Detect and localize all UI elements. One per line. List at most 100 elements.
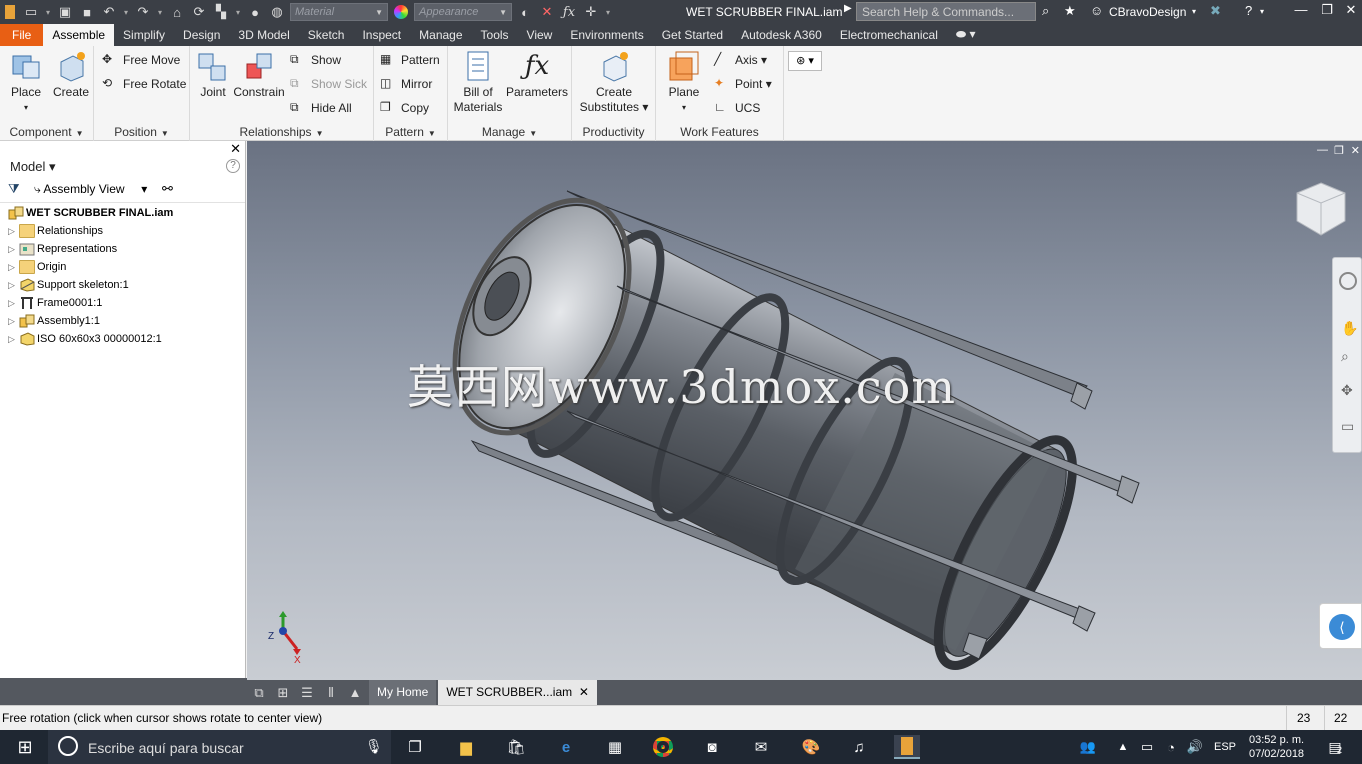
free-rotate-button[interactable]: ⟲ Free Rotate: [102, 75, 186, 93]
help-dropdown-icon[interactable]: ▾: [1260, 7, 1264, 16]
redo-icon[interactable]: ↷: [132, 0, 154, 24]
appearance-ball-icon[interactable]: [390, 0, 412, 24]
tree-item-iso-profile[interactable]: ▷ ISO 60x60x3 00000012:1: [8, 330, 162, 348]
relationships-panel-title[interactable]: Relationships ▼: [190, 125, 373, 139]
edge-browser-icon[interactable]: e: [553, 735, 579, 759]
copy-button[interactable]: ❐ Copy: [380, 99, 429, 117]
minimize-button[interactable]: —: [1288, 2, 1314, 22]
select-icon[interactable]: ▚: [210, 0, 232, 24]
tree-item-origin[interactable]: ▷ Origin: [8, 258, 66, 276]
look-at-icon[interactable]: ▭: [1341, 418, 1354, 435]
share-button[interactable]: ⟨: [1319, 603, 1362, 649]
expand-icon[interactable]: ▷: [8, 280, 19, 291]
parameters-button[interactable]: ƒx Parameters: [506, 50, 568, 100]
place-button[interactable]: Place ▾: [6, 50, 46, 115]
browser-title[interactable]: Model ▾: [10, 159, 56, 175]
create-button[interactable]: Create: [50, 50, 92, 100]
ribbon-options-dropdown[interactable]: ⊛ ▾: [788, 51, 822, 71]
inventor-taskbar-icon[interactable]: [894, 735, 920, 759]
user-name[interactable]: CBravoDesign: [1109, 5, 1186, 19]
user-icon[interactable]: ☺: [1090, 3, 1103, 18]
tree-root[interactable]: WET SCRUBBER FINAL.iam: [8, 204, 173, 222]
tab-view[interactable]: View: [518, 24, 562, 46]
mirror-button[interactable]: ◫ Mirror: [380, 75, 432, 93]
constrain-button[interactable]: Constrain: [232, 50, 286, 100]
tab-design[interactable]: Design: [174, 24, 229, 46]
new-dropdown-icon[interactable]: ▾: [42, 0, 54, 24]
taskbar-search[interactable]: Escribe aquí para buscar 🎙: [48, 730, 391, 764]
new-file-icon[interactable]: ▭: [20, 0, 42, 24]
pan-icon[interactable]: ✋: [1341, 320, 1358, 337]
appearance-globe-icon[interactable]: ◍: [266, 0, 288, 24]
search-expand-icon[interactable]: ▶: [844, 3, 852, 14]
zoom-icon[interactable]: ⌕: [1341, 348, 1349, 365]
create-substitutes-button[interactable]: Create Substitutes ▾: [576, 50, 652, 115]
notifications-icon[interactable]: ▤: [1322, 735, 1348, 759]
maximize-button[interactable]: ❐: [1314, 2, 1340, 22]
tray-arrow-icon[interactable]: ▲: [1110, 735, 1136, 759]
tile-horizontal-icon[interactable]: ☰: [295, 680, 319, 705]
position-panel-title[interactable]: Position ▼: [94, 125, 189, 139]
undo-dropdown-icon[interactable]: ▾: [120, 0, 132, 24]
pattern-button[interactable]: ▦ Pattern: [380, 51, 440, 69]
open-folder-icon[interactable]: ▣: [54, 0, 76, 24]
color-sphere-icon[interactable]: ●: [244, 0, 266, 24]
update-icon[interactable]: ⟳: [188, 0, 210, 24]
expand-icon[interactable]: ▷: [8, 298, 19, 309]
inventor-app-icon[interactable]: [0, 0, 20, 24]
tab-my-home[interactable]: My Home: [369, 680, 437, 705]
customize-quick-access-icon[interactable]: ▾: [602, 0, 614, 24]
expand-icon[interactable]: ▷: [8, 334, 19, 345]
battery-icon[interactable]: ▭: [1134, 735, 1160, 759]
people-icon[interactable]: 👥: [1075, 735, 1101, 759]
exchange-apps-icon[interactable]: ✖: [1210, 3, 1221, 19]
ribbon-display-toggle-icon[interactable]: ⬬ ▾: [947, 24, 985, 46]
show-sick-button[interactable]: ⧉ Show Sick: [290, 75, 367, 93]
camera-icon[interactable]: ◙: [699, 735, 725, 759]
tab-simplify[interactable]: Simplify: [114, 24, 174, 46]
cascade-windows-icon[interactable]: ⧉: [247, 680, 271, 705]
chrome-icon[interactable]: [650, 735, 676, 759]
tab-environments[interactable]: Environments: [561, 24, 652, 46]
assembly-view-dropdown[interactable]: ⤷ Assembly View ▾: [34, 182, 147, 197]
material-dropdown[interactable]: Material ▼: [290, 3, 388, 21]
tab-manage[interactable]: Manage: [410, 24, 471, 46]
tab-file[interactable]: File: [0, 24, 44, 46]
tree-item-relationships[interactable]: ▷ Relationships: [8, 222, 103, 240]
joint-button[interactable]: Joint: [194, 50, 232, 100]
volume-icon[interactable]: 🔊: [1182, 735, 1208, 759]
clear-override-icon[interactable]: ✕: [536, 0, 558, 24]
browser-close-icon[interactable]: ✕: [230, 141, 241, 157]
component-panel-title[interactable]: Component ▼: [0, 125, 93, 139]
show-button[interactable]: ⧉ Show: [290, 51, 341, 69]
expand-icon[interactable]: ▷: [8, 226, 19, 237]
tab-tools[interactable]: Tools: [472, 24, 518, 46]
manage-panel-title[interactable]: Manage ▼: [448, 125, 571, 139]
language-indicator[interactable]: ESP: [1214, 741, 1236, 753]
redo-dropdown-icon[interactable]: ▾: [154, 0, 166, 24]
tab-autodesk-a360[interactable]: Autodesk A360: [732, 24, 831, 46]
pattern-panel-title[interactable]: Pattern ▼: [374, 125, 447, 139]
tree-item-representations[interactable]: ▷ Representations: [8, 240, 117, 258]
close-button[interactable]: ✕: [1338, 2, 1362, 22]
filter-icon[interactable]: ⧩: [8, 181, 20, 197]
tree-item-frame[interactable]: ▷ Frame0001:1: [8, 294, 102, 312]
tab-sketch[interactable]: Sketch: [299, 24, 354, 46]
task-view-icon[interactable]: ❐: [402, 735, 428, 759]
expand-icon[interactable]: ▷: [8, 262, 19, 273]
help-search-input[interactable]: Search Help & Commands...: [856, 2, 1036, 21]
tab-get-started[interactable]: Get Started: [653, 24, 732, 46]
bill-of-materials-button[interactable]: Bill of Materials: [450, 50, 506, 115]
appearance-dropdown[interactable]: Appearance ▼: [414, 3, 512, 21]
mail-icon[interactable]: ✉: [748, 735, 774, 759]
view-cube[interactable]: [1293, 181, 1349, 237]
tab-electromechanical[interactable]: Electromechanical: [831, 24, 947, 46]
point-button[interactable]: ✦ Point ▾: [714, 75, 772, 93]
browser-help-icon[interactable]: ?: [226, 159, 240, 173]
find-binoculars-icon[interactable]: ⚯: [162, 181, 173, 197]
orbit-icon[interactable]: ✥: [1341, 382, 1353, 399]
hide-all-button[interactable]: ⧉ Hide All: [290, 99, 352, 117]
help-icon[interactable]: ?: [1245, 3, 1252, 18]
ucs-button[interactable]: ∟ UCS: [714, 99, 760, 117]
tab-3d-model[interactable]: 3D Model: [229, 24, 298, 46]
